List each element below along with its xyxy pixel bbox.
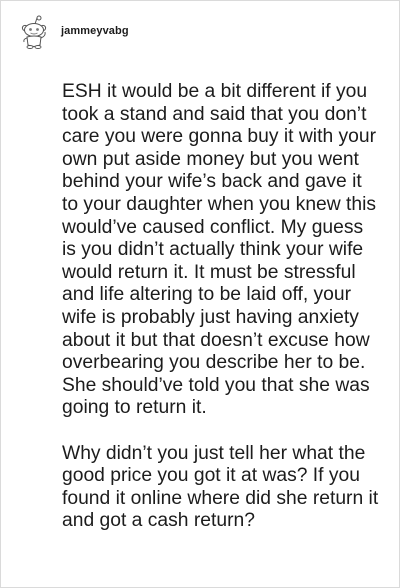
comment-card: jammeyvabg ESH it would be a bit differe… bbox=[0, 0, 400, 588]
comment-paragraph: Why didn’t you just tell her what the go… bbox=[62, 442, 379, 532]
comment-header: jammeyvabg bbox=[19, 15, 129, 49]
comment-paragraph: ESH it would be a bit different if you t… bbox=[62, 81, 377, 419]
comment-author-username[interactable]: jammeyvabg bbox=[61, 25, 129, 37]
comment-body: ESH it would be a bit different if you t… bbox=[62, 81, 382, 533]
reddit-snoo-avatar-icon[interactable] bbox=[19, 15, 49, 49]
